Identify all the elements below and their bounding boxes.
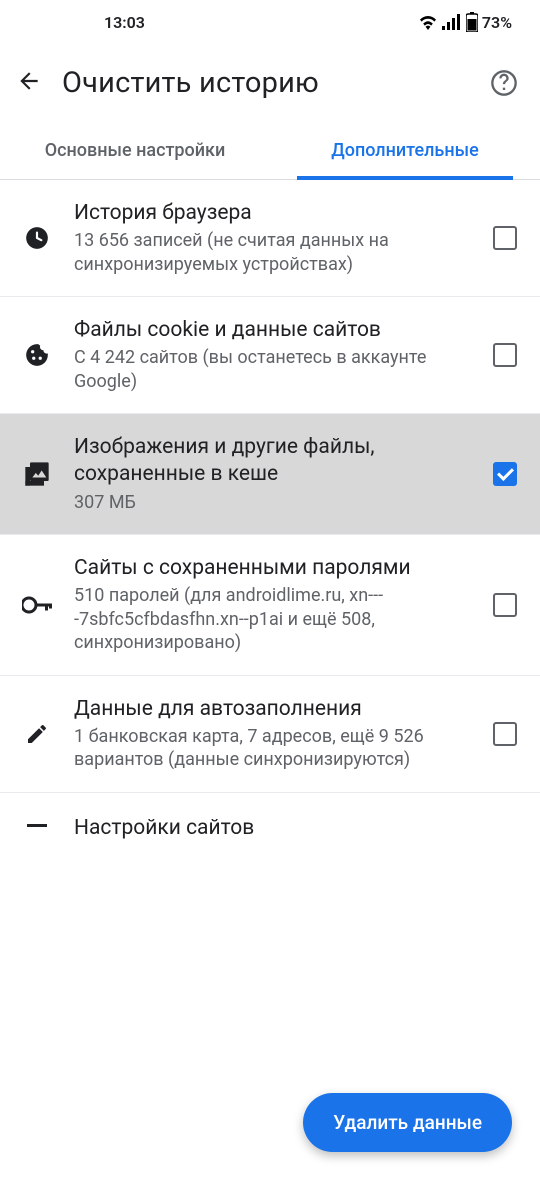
row-sites[interactable]: Настройки сайтов [0, 793, 540, 841]
help-button[interactable] [484, 63, 524, 103]
row-subtitle: 307 МБ [74, 491, 472, 514]
row-subtitle: 1 банковская карта, 7 адресов, ещё 9 526… [74, 725, 472, 772]
options-list: История браузера 13 656 записей (не счит… [0, 180, 540, 841]
row-cookies[interactable]: Файлы cookie и данные сайтов С 4 242 сай… [0, 297, 540, 414]
row-title: Настройки сайтов [74, 815, 518, 841]
row-title: Файлы cookie и данные сайтов [74, 317, 472, 344]
key-icon [20, 596, 54, 614]
app-bar: Очистить историю [0, 44, 540, 122]
history-icon [20, 225, 54, 251]
checkbox-cache[interactable] [492, 461, 518, 487]
delete-data-button[interactable]: Удалить данные [303, 1093, 512, 1152]
row-title: Изображения и другие файлы, сохраненные … [74, 434, 472, 489]
page-title: Очистить историю [62, 66, 464, 100]
row-autofill[interactable]: Данные для автозаполнения 1 банковская к… [0, 676, 540, 793]
help-icon [490, 69, 518, 97]
wifi-icon [418, 14, 438, 30]
checkbox-passwords[interactable] [492, 592, 518, 618]
row-subtitle: 13 656 записей (не считая данных на синх… [74, 229, 472, 276]
checkbox-autofill[interactable] [492, 721, 518, 747]
row-title: Данные для автозаполнения [74, 696, 472, 723]
signal-icon [442, 14, 462, 30]
row-title: История браузера [74, 200, 472, 227]
row-subtitle: С 4 242 сайтов (вы останетесь в аккаунте… [74, 346, 472, 393]
status-bar: 13:03 73% [0, 0, 540, 44]
cookie-icon [20, 342, 54, 368]
status-icons: 73% [418, 12, 512, 32]
pencil-icon [20, 722, 54, 746]
back-arrow-icon [16, 68, 42, 94]
row-title: Сайты с сохраненными паролями [74, 555, 472, 582]
battery-percent: 73% [482, 13, 512, 32]
image-icon [20, 460, 54, 488]
tab-advanced[interactable]: Дополнительные [270, 122, 540, 179]
row-cache[interactable]: Изображения и другие файлы, сохраненные … [0, 414, 540, 535]
tabs: Основные настройки Дополнительные [0, 122, 540, 180]
checkbox-cookies[interactable] [492, 342, 518, 368]
battery-icon [466, 12, 478, 32]
status-time: 13:03 [104, 13, 145, 32]
row-history[interactable]: История браузера 13 656 записей (не счит… [0, 180, 540, 297]
tab-basic[interactable]: Основные настройки [0, 122, 270, 179]
settings-icon [20, 824, 54, 834]
row-passwords[interactable]: Сайты с сохраненными паролями 510 пароле… [0, 535, 540, 675]
checkbox-history[interactable] [492, 225, 518, 251]
back-button[interactable] [16, 68, 42, 98]
row-subtitle: 510 паролей (для androidlime.ru, xn----7… [74, 584, 472, 654]
